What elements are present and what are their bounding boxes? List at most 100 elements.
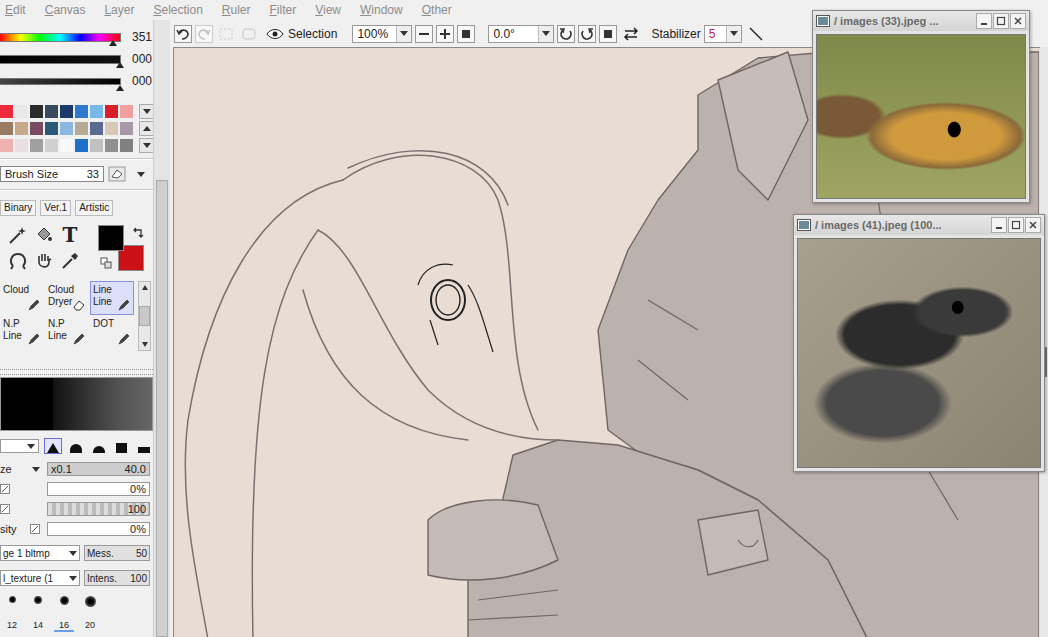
brush-shape[interactable]: [67, 438, 85, 454]
menu-item[interactable]: Canvas: [45, 3, 86, 17]
brush-shape[interactable]: [135, 438, 153, 454]
swatch[interactable]: [75, 122, 88, 135]
color-slider-track[interactable]: [0, 78, 121, 85]
swatch[interactable]: [120, 122, 133, 135]
swatch[interactable]: [30, 105, 43, 118]
pressure-icon[interactable]: [0, 484, 10, 494]
menu-item[interactable]: Window: [360, 3, 403, 17]
setting-slider[interactable]: x0.1 40.0: [47, 462, 150, 476]
eraser-icon[interactable]: [108, 166, 126, 182]
window-title-bar[interactable]: / images (41).jpeg (100...: [794, 215, 1044, 235]
swap-icon[interactable]: [132, 227, 144, 239]
swatch[interactable]: [0, 105, 13, 118]
zoom-in-button[interactable]: [436, 25, 454, 43]
swatch[interactable]: [30, 139, 43, 152]
maximize-button[interactable]: [1008, 217, 1024, 233]
zoom-reset-button[interactable]: [457, 25, 475, 43]
menu-item[interactable]: Filter: [270, 3, 297, 17]
text-tool[interactable]: T: [63, 225, 78, 245]
maximize-button[interactable]: [993, 13, 1009, 29]
scroll-arrow-icon[interactable]: [139, 121, 153, 136]
dropdown-icon[interactable]: [134, 168, 147, 181]
brush-shape[interactable]: [113, 438, 131, 454]
close-button[interactable]: [1025, 217, 1041, 233]
swatch[interactable]: [60, 139, 73, 152]
rotate-right-button[interactable]: [578, 25, 596, 43]
tool-tab[interactable]: Binary: [0, 200, 36, 216]
selection-toggle[interactable]: Selection: [266, 27, 337, 41]
swatch[interactable]: [105, 105, 118, 118]
color-slider[interactable]: 000: [0, 70, 153, 92]
menu-item[interactable]: Layer: [104, 3, 134, 17]
eyedropper-icon[interactable]: [60, 251, 80, 271]
swatch[interactable]: [90, 105, 103, 118]
swatch[interactable]: [75, 105, 88, 118]
magic-wand-icon[interactable]: [8, 225, 28, 245]
brush-preset[interactable]: 12: [2, 594, 22, 632]
redo-button[interactable]: [195, 25, 213, 43]
zoom-dropdown[interactable]: 100%: [352, 25, 412, 43]
texture-value[interactable]: Mess.50: [84, 545, 150, 561]
swatch[interactable]: [30, 122, 43, 135]
swatch[interactable]: [45, 122, 58, 135]
swatch[interactable]: [15, 122, 28, 135]
swatch[interactable]: [60, 122, 73, 135]
brush-size-field[interactable]: Brush Size 33: [0, 166, 104, 182]
tool-item[interactable]: LineLine: [90, 281, 134, 315]
swatch[interactable]: [90, 122, 103, 135]
color-slider-track[interactable]: [0, 55, 121, 64]
swatch[interactable]: [90, 139, 103, 152]
tool-tab[interactable]: Artistic: [75, 200, 113, 216]
rotation-dropdown[interactable]: 0.0°: [488, 25, 554, 43]
reference-window[interactable]: / images (33).jpeg ...: [812, 10, 1030, 203]
scroll-arrow-icon[interactable]: [139, 138, 153, 153]
flip-button[interactable]: [620, 25, 642, 43]
texture-value[interactable]: Intens.100: [84, 570, 150, 586]
texture-dropdown[interactable]: ge 1 bltmp: [0, 545, 80, 561]
swatch[interactable]: [105, 122, 118, 135]
menu-item[interactable]: Other: [422, 3, 452, 17]
tool-item[interactable]: CloudDryer: [45, 281, 89, 315]
brush-shape[interactable]: [90, 438, 108, 454]
reference-window[interactable]: / images (41).jpeg (100...: [793, 214, 1045, 472]
tool-list-scrollbar[interactable]: [138, 281, 151, 351]
left-panel-scrollbar[interactable]: [153, 20, 170, 637]
undo-button[interactable]: [174, 25, 192, 43]
swatch[interactable]: [75, 139, 88, 152]
color-slider-track[interactable]: [0, 33, 121, 42]
color-slider[interactable]: 000: [0, 48, 153, 70]
lasso-icon[interactable]: [8, 251, 28, 271]
dropdown-icon[interactable]: [139, 104, 153, 119]
brush-preset[interactable]: 20: [80, 594, 100, 632]
rotate-left-button[interactable]: [557, 25, 575, 43]
tool-tab[interactable]: Ver.1: [40, 200, 71, 216]
swatch[interactable]: [120, 139, 133, 152]
rotate-reset-button[interactable]: [599, 25, 617, 43]
zoom-out-button[interactable]: [415, 25, 433, 43]
swatch[interactable]: [60, 105, 73, 118]
swatch[interactable]: [0, 139, 13, 152]
texture-dropdown[interactable]: l_texture (1: [0, 570, 80, 586]
swatch[interactable]: [15, 139, 28, 152]
slider-marker[interactable]: [116, 62, 124, 68]
setting-slider[interactable]: 0%: [47, 482, 150, 496]
swatch[interactable]: [0, 122, 13, 135]
menu-item[interactable]: Edit: [5, 3, 26, 17]
brush-preset[interactable]: 14: [28, 594, 48, 632]
swatch[interactable]: [120, 105, 133, 118]
pressure-icon[interactable]: [0, 504, 10, 514]
reset-colors-icon[interactable]: [100, 257, 112, 269]
brush-preset[interactable]: 16: [54, 594, 74, 632]
window-title-bar[interactable]: / images (33).jpeg ...: [813, 11, 1029, 31]
menu-item[interactable]: Ruler: [222, 3, 251, 17]
straight-line-button[interactable]: [745, 25, 767, 43]
tool-item[interactable]: N.PLine: [0, 315, 44, 349]
swatch[interactable]: [45, 105, 58, 118]
menu-item[interactable]: View: [315, 3, 341, 17]
slider-marker[interactable]: [109, 40, 117, 46]
invert-button[interactable]: [239, 25, 259, 43]
primary-color[interactable]: [98, 225, 124, 251]
minimize-button[interactable]: [976, 13, 992, 29]
swatch[interactable]: [15, 105, 28, 118]
minimize-button[interactable]: [991, 217, 1007, 233]
